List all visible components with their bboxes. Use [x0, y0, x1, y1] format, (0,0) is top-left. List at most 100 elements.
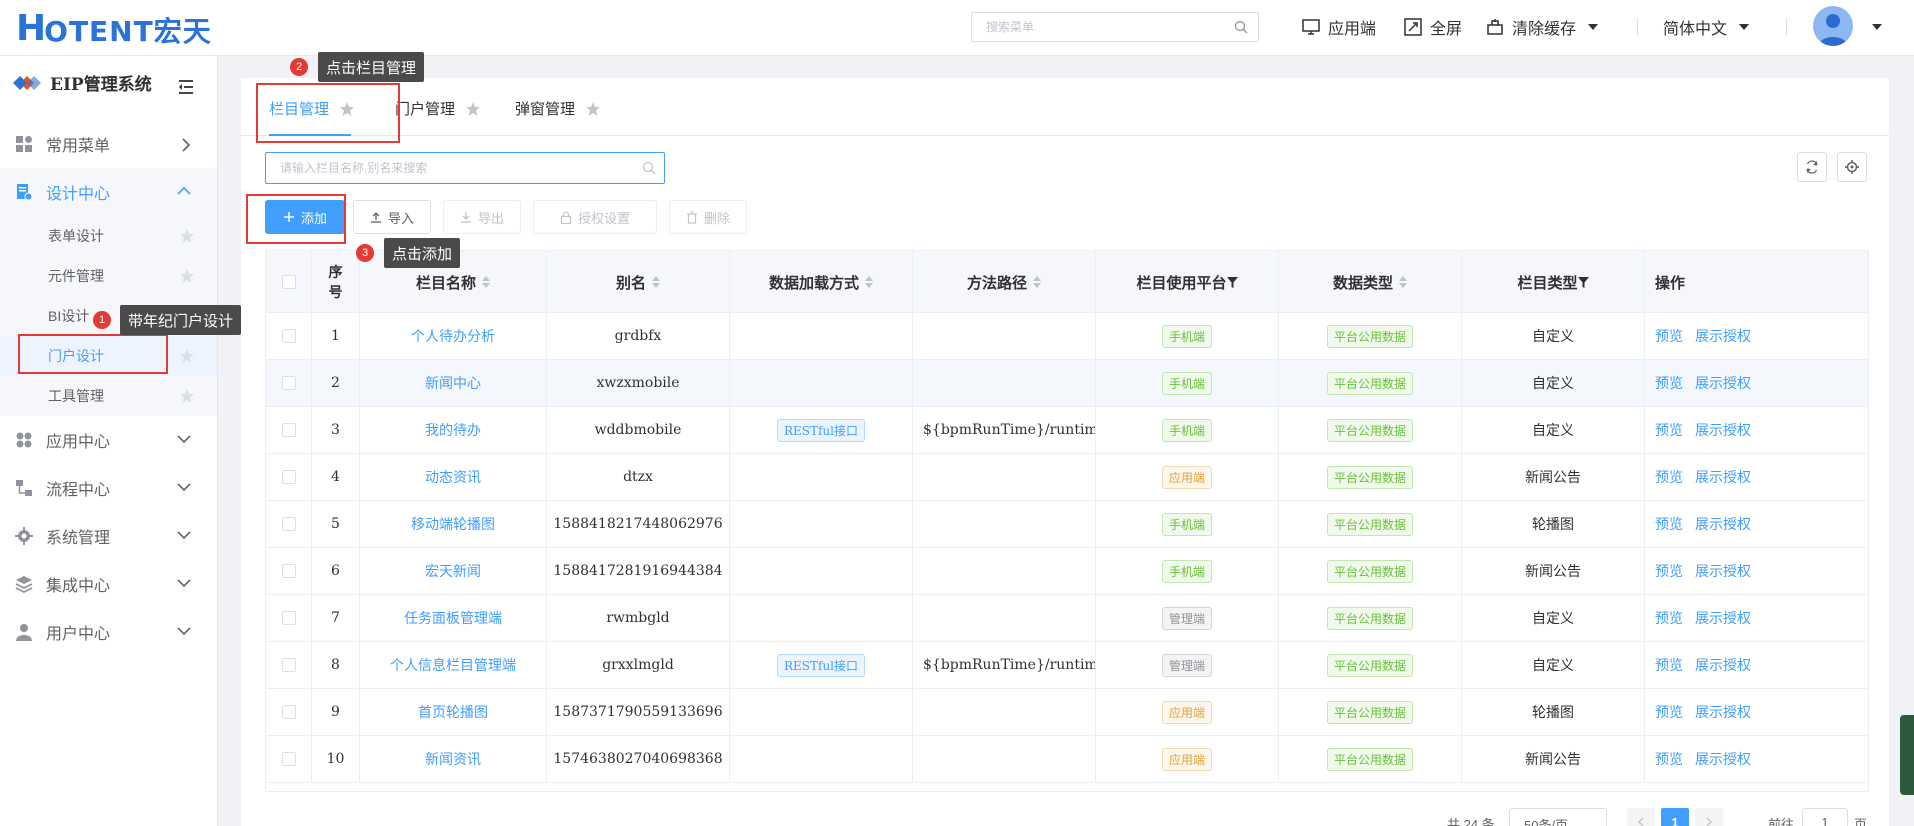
star-icon[interactable]	[179, 348, 195, 364]
display-auth-link[interactable]: 展示授权	[1695, 373, 1751, 393]
table-row[interactable]: 6 宏天新闻 1588417281916944384 手机端 平台公用数据 新闻公告 预览展…	[266, 548, 1868, 595]
column-name-link[interactable]: 个人信息栏目管理端	[390, 655, 516, 675]
preview-link[interactable]: 预览	[1655, 608, 1683, 628]
display-auth-link[interactable]: 展示授权	[1695, 702, 1751, 722]
table-row[interactable]: 4 动态资讯 dtzx 应用端 平台公用数据 新闻公告 预览 展示授权	[266, 454, 1868, 501]
sidebar-item-app[interactable]: 应用中心	[0, 416, 217, 464]
menu-search-input[interactable]	[972, 13, 1212, 41]
language-select[interactable]: 简体中文	[1663, 14, 1750, 40]
column-name-link[interactable]: 移动端轮播图	[411, 514, 495, 534]
star-icon[interactable]	[179, 228, 195, 244]
floating-side-widget[interactable]	[1900, 715, 1914, 795]
export-button[interactable]: 导出	[443, 200, 521, 234]
auth-settings-button[interactable]: 授权设置	[533, 200, 657, 234]
table-row[interactable]: 8 个人信息栏目管理端 grxxlmgld RESTful接口 ${bpmRunTime…	[266, 642, 1868, 689]
refresh-button[interactable]	[1797, 152, 1827, 182]
display-auth-link[interactable]: 展示授权	[1695, 608, 1751, 628]
row-checkbox[interactable]	[281, 658, 296, 672]
preview-link[interactable]: 预览	[1655, 420, 1683, 440]
sidebar-subitem-form-design[interactable]: 表单设计	[0, 216, 217, 256]
next-page-button[interactable]	[1695, 808, 1723, 826]
row-checkbox[interactable]	[281, 470, 296, 484]
star-icon[interactable]	[179, 388, 195, 404]
sidebar-item-system[interactable]: 系统管理	[0, 512, 217, 560]
preview-link[interactable]: 预览	[1655, 373, 1683, 393]
row-checkbox[interactable]	[281, 611, 296, 625]
column-name-link[interactable]: 首页轮播图	[418, 702, 488, 722]
row-checkbox[interactable]	[281, 705, 296, 719]
preview-link[interactable]: 预览	[1655, 514, 1683, 534]
delete-button[interactable]: 删除	[669, 200, 747, 234]
header-alias[interactable]: 别名	[547, 251, 730, 313]
filter-icon[interactable]	[1577, 276, 1589, 288]
fullscreen-button[interactable]: 全屏	[1404, 14, 1462, 40]
display-auth-link[interactable]: 展示授权	[1695, 420, 1751, 440]
display-auth-link[interactable]: 展示授权	[1695, 749, 1751, 769]
import-button[interactable]: 导入	[353, 200, 431, 234]
column-name-link[interactable]: 个人待办分析	[411, 326, 495, 346]
display-auth-link[interactable]: 展示授权	[1695, 467, 1751, 487]
select-all-checkbox[interactable]	[281, 275, 296, 289]
display-auth-link[interactable]: 展示授权	[1695, 514, 1751, 534]
column-name-link[interactable]: 动态资讯	[425, 467, 481, 487]
sort-icon[interactable]	[482, 276, 490, 288]
user-menu-chevron-icon[interactable]	[1872, 24, 1882, 30]
row-checkbox[interactable]	[281, 517, 296, 531]
column-name-link[interactable]: 新闻资讯	[425, 749, 481, 769]
tab-popup-management[interactable]: 弹窗管理	[515, 98, 601, 119]
star-icon[interactable]	[179, 268, 195, 284]
sidebar-item-integration[interactable]: 集成中心	[0, 560, 217, 608]
row-checkbox[interactable]	[281, 423, 296, 437]
star-icon[interactable]	[585, 101, 601, 117]
star-icon[interactable]	[465, 101, 481, 117]
row-checkbox[interactable]	[281, 564, 296, 578]
table-row[interactable]: 1 个人待办分析 grdbfx 手机端 平台公用数据 自定义 预览 展示授权	[266, 313, 1868, 360]
header-load-mode[interactable]: 数据加载方式	[730, 251, 913, 313]
header-data-type[interactable]: 数据类型	[1279, 251, 1462, 313]
hotent-logo[interactable]: H OTENT宏天	[16, 8, 212, 49]
sort-icon[interactable]	[1033, 276, 1041, 288]
table-row[interactable]: 3 我的待办 wddbmobile RESTful接口 ${bpmRunTime}/ru…	[266, 407, 1868, 454]
search-icon[interactable]	[1234, 20, 1248, 34]
sidebar-item-design[interactable]: 设计中心	[0, 168, 217, 216]
app-end-button[interactable]: 应用端	[1302, 14, 1376, 40]
sort-icon[interactable]	[1399, 276, 1407, 288]
table-row[interactable]: 10 新闻资讯 1574638027040698368 应用端 平台公用数据 新闻公告 预览…	[266, 736, 1868, 783]
tab-portal-management[interactable]: 门户管理	[395, 98, 481, 119]
user-avatar[interactable]	[1813, 6, 1853, 46]
column-search-input[interactable]	[266, 153, 636, 183]
preview-link[interactable]: 预览	[1655, 749, 1683, 769]
sidebar-item-common[interactable]: 常用菜单	[0, 120, 217, 168]
filter-icon[interactable]	[1226, 276, 1238, 288]
header-column-type[interactable]: 栏目类型	[1462, 251, 1645, 313]
column-settings-button[interactable]	[1837, 152, 1867, 182]
row-checkbox[interactable]	[281, 376, 296, 390]
table-row[interactable]: 7 任务面板管理端 rwmbgld 管理端 平台公用数据 自定义 预览 展示授权	[266, 595, 1868, 642]
sidebar-subitem-tools[interactable]: 工具管理	[0, 376, 217, 416]
column-name-link[interactable]: 宏天新闻	[425, 561, 481, 581]
search-icon[interactable]	[642, 161, 656, 175]
preview-link[interactable]: 预览	[1655, 326, 1683, 346]
preview-link[interactable]: 预览	[1655, 702, 1683, 722]
table-row[interactable]: 2 新闻中心 xwzxmobile 手机端 平台公用数据 自定义 预览 展示授权	[266, 360, 1868, 407]
collapse-sidebar-icon[interactable]	[178, 80, 194, 94]
sort-icon[interactable]	[652, 276, 660, 288]
row-checkbox[interactable]	[281, 329, 296, 343]
goto-page-input[interactable]: 1	[1802, 808, 1848, 826]
preview-link[interactable]: 预览	[1655, 561, 1683, 581]
preview-link[interactable]: 预览	[1655, 467, 1683, 487]
display-auth-link[interactable]: 展示授权	[1695, 326, 1751, 346]
page-size-select[interactable]: 50条/页	[1509, 808, 1607, 826]
page-number-current[interactable]: 1	[1661, 808, 1689, 826]
display-auth-link[interactable]: 展示授权	[1695, 561, 1751, 581]
column-name-link[interactable]: 新闻中心	[425, 373, 481, 393]
column-name-link[interactable]: 任务面板管理端	[404, 608, 502, 628]
column-name-link[interactable]: 我的待办	[425, 420, 481, 440]
header-platform[interactable]: 栏目使用平台	[1096, 251, 1279, 313]
sort-icon[interactable]	[865, 276, 873, 288]
sidebar-subitem-component[interactable]: 元件管理	[0, 256, 217, 296]
preview-link[interactable]: 预览	[1655, 655, 1683, 675]
table-row[interactable]: 9 首页轮播图 1587371790559133696 应用端 平台公用数据 轮播图 预览展…	[266, 689, 1868, 736]
clear-cache-button[interactable]: 清除缓存	[1486, 14, 1599, 40]
table-row[interactable]: 5 移动端轮播图 1588418217448062976 手机端 平台公用数据 轮播图 预览…	[266, 501, 1868, 548]
